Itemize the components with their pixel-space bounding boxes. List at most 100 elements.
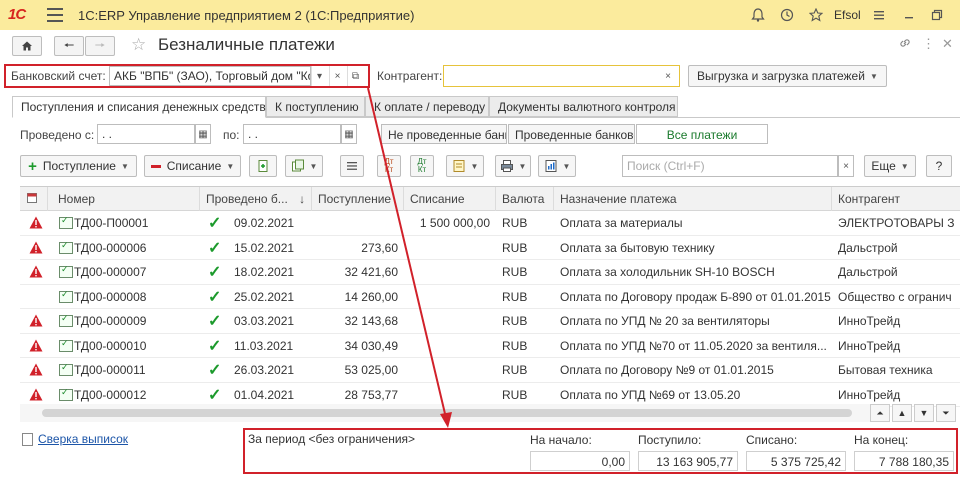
scrollbar-thumb[interactable] [42, 409, 852, 417]
bank-open-button[interactable]: ⧉ [347, 66, 363, 86]
cell-receipt: 32 143,68 [344, 314, 398, 328]
scroll-bottom-button[interactable]: ⏷ [936, 404, 956, 422]
cell-purpose: Оплата по УПД № 20 за вентиляторы [560, 314, 770, 328]
header-number[interactable]: Номер [48, 187, 200, 211]
receipt-button[interactable]: + Поступление ▼ [20, 155, 137, 177]
header-purpose[interactable]: Назначение платежа [554, 187, 832, 211]
table-row[interactable]: ✓ ТД00-000007 18.02.2021 32 421,60 RUB Оплата… [20, 260, 960, 285]
date-from-input[interactable]: . . [97, 124, 195, 144]
received-label: Поступило: [638, 433, 702, 447]
warning-icon [29, 388, 43, 400]
tab-receipts-writeoffs[interactable]: Поступления и списания денежных средств [12, 96, 266, 118]
bell-icon[interactable] [748, 5, 768, 25]
table-row[interactable]: ✓ ТД00-000006 15.02.2021 273,60 RUB Оплата за… [20, 236, 960, 260]
writeoff-button[interactable]: Списание ▼ [144, 155, 241, 177]
list-icon [347, 162, 357, 170]
header-status-col[interactable] [20, 187, 48, 211]
cell-receipt: 53 025,00 [344, 363, 398, 377]
written-off-label: Списано: [746, 433, 798, 447]
warning-icon [29, 241, 43, 253]
chevron-down-icon: ▼ [919, 408, 929, 418]
forward-button[interactable]: 🠖 [85, 36, 115, 56]
filter-all[interactable]: Все платежи [636, 124, 768, 144]
create-based-button[interactable]: ▼ [285, 155, 323, 177]
help-button[interactable]: ? [926, 155, 952, 177]
restore-icon[interactable] [927, 5, 947, 25]
dtkt-kt-label: Кт [417, 165, 427, 174]
search-clear-button[interactable]: × [838, 155, 854, 177]
scroll-up-button[interactable]: ▲ [892, 404, 912, 422]
cell-writeoff [404, 383, 496, 407]
cell-counterparty: ЭЛЕКТРОТОВАРЫ З [838, 216, 955, 230]
list-button[interactable] [340, 155, 364, 177]
cell-writeoff [404, 309, 496, 333]
tab-to-receive[interactable]: К поступлению [266, 96, 365, 117]
filter-posted[interactable]: Проведенные банковские выписки [508, 124, 635, 144]
link-icon[interactable] [898, 36, 912, 53]
start-balance-value: 0,00 [530, 451, 630, 471]
search-input[interactable]: Поиск (Ctrl+F) [622, 155, 838, 177]
header-posted[interactable]: Проведено б... ↓ [200, 187, 312, 211]
table-row[interactable]: ✓ ТД00-000009 03.03.2021 32 143,68 RUB Оплата… [20, 309, 960, 334]
header-writeoff[interactable]: Списание [404, 187, 496, 211]
back-button[interactable]: 🠔 [54, 36, 84, 56]
date-from-label: Проведено с: [20, 128, 95, 142]
cell-number: ТД00-000011 [74, 363, 146, 377]
reconcile-statements-link[interactable]: Сверка выписок [38, 432, 128, 446]
payments-table: Номер Проведено б... ↓ Поступление Списа… [20, 186, 960, 424]
bank-dropdown-button[interactable]: ▾ [311, 66, 327, 86]
filter-not-posted[interactable]: Не проведенные банковские выписки [381, 124, 507, 144]
counterparty-clear-button[interactable]: × [660, 66, 676, 86]
cell-counterparty: Общество с огранич [838, 289, 952, 304]
copy-button[interactable] [249, 155, 277, 177]
favorites-icon[interactable] [806, 5, 826, 25]
close-icon[interactable]: ✕ [942, 36, 953, 52]
chevron-down-icon: ▼ [869, 71, 878, 81]
table-row[interactable]: ✓ ТД00-000010 11.03.2021 34 030,49 RUB Оплата… [20, 334, 960, 358]
cell-date: 25.02.2021 [234, 289, 295, 304]
scroll-top-button[interactable]: ⏶ [870, 404, 890, 422]
date-from-calendar-button[interactable]: ▦ [195, 124, 211, 144]
date-to-input[interactable]: . . [243, 124, 341, 144]
settings-menu-icon[interactable] [869, 5, 889, 25]
tab-to-pay[interactable]: К оплате / переводу [365, 96, 489, 117]
counterparty-input[interactable] [443, 65, 680, 87]
more-label: Еще [871, 159, 896, 173]
table-row[interactable]: ✓ ТД00-000008 25.02.2021 14 260,00 RUB Оплата… [20, 285, 960, 309]
cell-writeoff [404, 285, 496, 309]
export-import-button[interactable]: Выгрузка и загрузка платежей ▼ [688, 65, 887, 87]
cell-purpose: Оплата по Договору продаж Б-890 от 01.01… [560, 289, 831, 304]
more-button[interactable]: Еще ▼ [864, 155, 916, 177]
dtkt-postings-button[interactable]: Дт Кт [377, 155, 401, 177]
bank-clear-button[interactable]: × [329, 66, 345, 86]
more-vertical-icon[interactable]: ⋮ [922, 36, 935, 52]
cell-currency: RUB [502, 363, 528, 377]
documents-button[interactable]: ▼ [446, 155, 484, 177]
end-balance-label: На конец: [854, 433, 909, 447]
chevron-up-icon: ▲ [897, 408, 907, 418]
table-row[interactable]: ✓ ТД00-000011 26.03.2021 53 025,00 RUB Оплата… [20, 358, 960, 383]
history-icon[interactable] [777, 5, 797, 25]
tab-currency-control[interactable]: Документы валютного контроля [489, 96, 678, 117]
report-icon [545, 160, 557, 172]
header-currency[interactable]: Валюта [496, 187, 554, 211]
table-row[interactable]: ✓ ТД00-П00001 09.02.2021 1 500 000,00 RUB Опл… [20, 211, 960, 236]
cell-writeoff [404, 334, 496, 358]
print-button[interactable]: ▼ [495, 155, 531, 177]
scroll-down-button[interactable]: ▼ [914, 404, 934, 422]
cell-purpose: Оплата по УПД №70 от 11.05.2020 за венти… [560, 338, 827, 353]
reports-button[interactable]: ▼ [538, 155, 576, 177]
checkmark-icon: ✓ [208, 288, 222, 306]
star-icon[interactable]: ☆ [131, 35, 146, 55]
date-to-calendar-button[interactable]: ▦ [341, 124, 357, 144]
chevron-down-icon: ▼ [226, 161, 235, 171]
menu-icon[interactable] [47, 8, 63, 22]
dtkt-button[interactable]: Дт Кт [410, 155, 434, 177]
header-counterparty[interactable]: Контрагент [832, 187, 960, 211]
header-posted-label: Проведено б... [206, 192, 288, 206]
header-receipt[interactable]: Поступление [312, 187, 404, 211]
minimize-icon[interactable] [899, 5, 919, 25]
user-name[interactable]: Efsol [834, 8, 861, 22]
home-button[interactable] [12, 36, 42, 56]
bank-account-input[interactable]: АКБ "ВПБ" (ЗАО), Торговый дом "Комплексн… [109, 66, 311, 86]
